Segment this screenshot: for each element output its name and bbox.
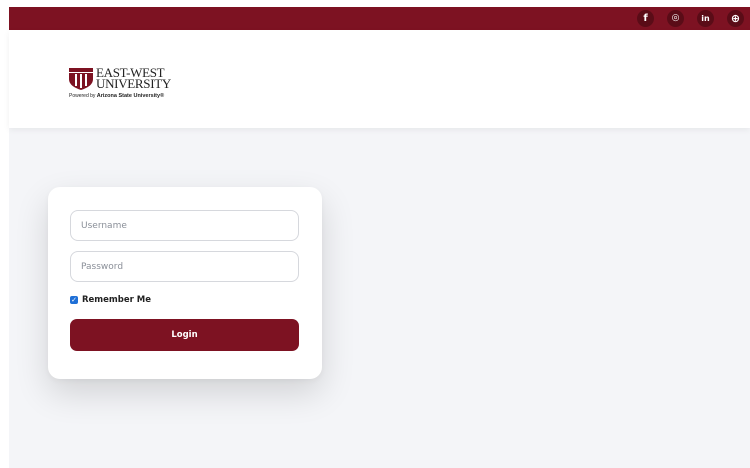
top-bar: f ◎ in ⊕ [9, 7, 750, 30]
globe-icon[interactable]: ⊕ [727, 10, 744, 27]
remember-me-checkbox[interactable]: ✓ [70, 296, 78, 304]
shield-icon [69, 68, 93, 90]
instagram-icon[interactable]: ◎ [667, 10, 684, 27]
logo-text-line2: UNIVERSITY [96, 76, 171, 91]
linkedin-icon[interactable]: in [697, 10, 714, 27]
east-west-university-logo[interactable]: EAST-WEST UNIVERSITY Powered by Arizona … [69, 66, 179, 108]
site-header: EAST-WEST UNIVERSITY Powered by Arizona … [9, 30, 750, 128]
logo-powered-by: Powered by Arizona State University® [69, 93, 164, 99]
password-input[interactable] [70, 251, 299, 282]
left-gutter [0, 0, 9, 468]
remember-me-label: Remember Me [82, 295, 152, 305]
facebook-icon[interactable]: f [637, 10, 654, 27]
remember-me[interactable]: ✓ Remember Me [70, 294, 151, 306]
username-input[interactable] [70, 210, 299, 241]
powered-by-name: Arizona State University® [96, 93, 165, 99]
login-button[interactable]: Login [70, 319, 299, 351]
powered-by-prefix: Powered by [69, 93, 97, 99]
login-card: ✓ Remember Me Login [48, 187, 322, 379]
